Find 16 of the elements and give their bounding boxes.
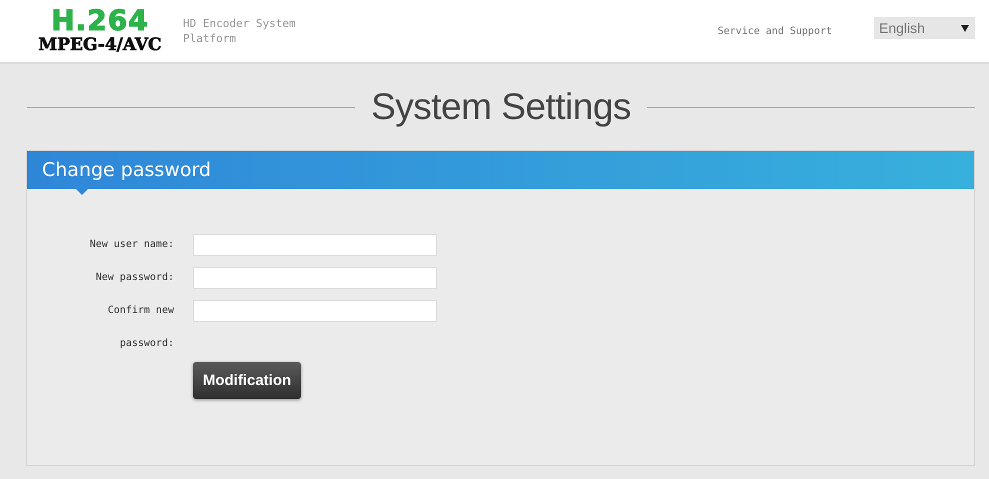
input-field[interactable] [193, 300, 437, 322]
field-label: New password: [94, 271, 174, 285]
modification-button[interactable]: Modification [193, 362, 301, 399]
logo-title: H.264 [51, 7, 149, 35]
input-field[interactable] [193, 267, 437, 289]
platform-name: HD Encoder System Platform [183, 16, 297, 46]
service-link[interactable]: Service and Support [718, 26, 832, 36]
field-label: New user name: [88, 238, 174, 252]
page-title: System Settings [371, 86, 631, 128]
logo-subtitle: MPEG-4/AVC [38, 35, 162, 55]
language-select[interactable]: English [874, 17, 975, 39]
input-field[interactable] [193, 234, 437, 256]
panel-title: Change password [42, 159, 211, 181]
dropdown-caret-icon [961, 24, 969, 32]
pointer-icon [76, 189, 88, 195]
field-label: Confirm new password: [106, 304, 174, 351]
